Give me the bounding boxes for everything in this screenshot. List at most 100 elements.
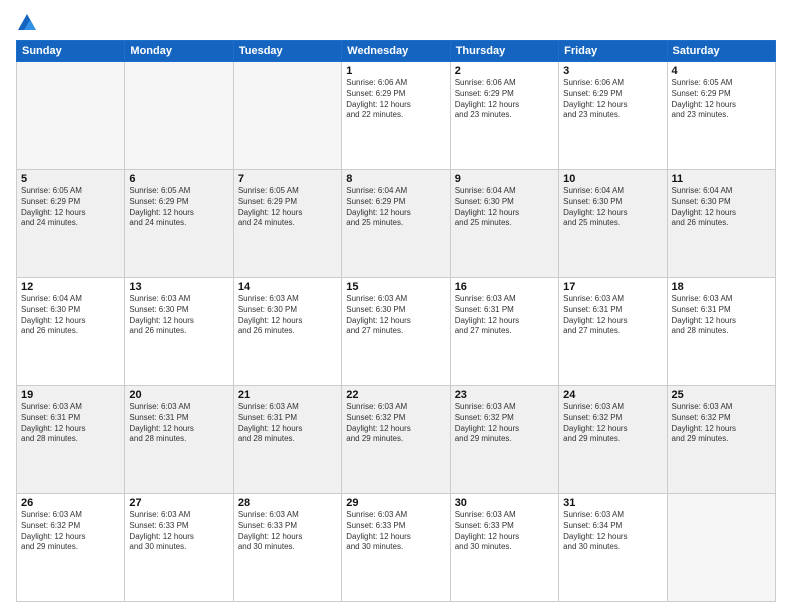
day-number: 29 [346, 497, 445, 509]
day-detail: Sunrise: 6:03 AM Sunset: 6:33 PM Dayligh… [129, 510, 228, 553]
day-number: 28 [238, 497, 337, 509]
day-detail: Sunrise: 6:03 AM Sunset: 6:33 PM Dayligh… [346, 510, 445, 553]
calendar-week-row: 12Sunrise: 6:04 AM Sunset: 6:30 PM Dayli… [17, 278, 776, 386]
day-detail: Sunrise: 6:06 AM Sunset: 6:29 PM Dayligh… [346, 78, 445, 121]
day-number: 2 [455, 65, 554, 77]
day-detail: Sunrise: 6:04 AM Sunset: 6:30 PM Dayligh… [21, 294, 120, 337]
day-detail: Sunrise: 6:05 AM Sunset: 6:29 PM Dayligh… [21, 186, 120, 229]
calendar-cell: 22Sunrise: 6:03 AM Sunset: 6:32 PM Dayli… [342, 386, 450, 494]
header-day: Monday [125, 41, 233, 62]
calendar-cell [125, 62, 233, 170]
day-number: 9 [455, 173, 554, 185]
day-detail: Sunrise: 6:03 AM Sunset: 6:30 PM Dayligh… [346, 294, 445, 337]
calendar-cell: 1Sunrise: 6:06 AM Sunset: 6:29 PM Daylig… [342, 62, 450, 170]
day-number: 14 [238, 281, 337, 293]
calendar-table: SundayMondayTuesdayWednesdayThursdayFrid… [16, 40, 776, 602]
logo [16, 12, 42, 34]
day-detail: Sunrise: 6:03 AM Sunset: 6:31 PM Dayligh… [672, 294, 771, 337]
day-number: 5 [21, 173, 120, 185]
day-detail: Sunrise: 6:05 AM Sunset: 6:29 PM Dayligh… [129, 186, 228, 229]
day-detail: Sunrise: 6:06 AM Sunset: 6:29 PM Dayligh… [455, 78, 554, 121]
day-number: 11 [672, 173, 771, 185]
day-number: 18 [672, 281, 771, 293]
calendar-cell: 16Sunrise: 6:03 AM Sunset: 6:31 PM Dayli… [450, 278, 558, 386]
calendar-cell: 28Sunrise: 6:03 AM Sunset: 6:33 PM Dayli… [233, 494, 341, 602]
calendar-cell [17, 62, 125, 170]
calendar-cell: 10Sunrise: 6:04 AM Sunset: 6:30 PM Dayli… [559, 170, 667, 278]
calendar-cell: 21Sunrise: 6:03 AM Sunset: 6:31 PM Dayli… [233, 386, 341, 494]
calendar-cell: 31Sunrise: 6:03 AM Sunset: 6:34 PM Dayli… [559, 494, 667, 602]
day-number: 26 [21, 497, 120, 509]
calendar-cell: 17Sunrise: 6:03 AM Sunset: 6:31 PM Dayli… [559, 278, 667, 386]
day-number: 22 [346, 389, 445, 401]
day-detail: Sunrise: 6:03 AM Sunset: 6:33 PM Dayligh… [238, 510, 337, 553]
day-number: 3 [563, 65, 662, 77]
calendar-week-row: 1Sunrise: 6:06 AM Sunset: 6:29 PM Daylig… [17, 62, 776, 170]
day-number: 16 [455, 281, 554, 293]
calendar-week-row: 19Sunrise: 6:03 AM Sunset: 6:31 PM Dayli… [17, 386, 776, 494]
calendar-cell: 11Sunrise: 6:04 AM Sunset: 6:30 PM Dayli… [667, 170, 775, 278]
day-detail: Sunrise: 6:04 AM Sunset: 6:29 PM Dayligh… [346, 186, 445, 229]
calendar-cell: 2Sunrise: 6:06 AM Sunset: 6:29 PM Daylig… [450, 62, 558, 170]
day-number: 13 [129, 281, 228, 293]
day-number: 27 [129, 497, 228, 509]
day-detail: Sunrise: 6:04 AM Sunset: 6:30 PM Dayligh… [455, 186, 554, 229]
day-detail: Sunrise: 6:03 AM Sunset: 6:32 PM Dayligh… [346, 402, 445, 445]
calendar-cell: 8Sunrise: 6:04 AM Sunset: 6:29 PM Daylig… [342, 170, 450, 278]
day-detail: Sunrise: 6:03 AM Sunset: 6:31 PM Dayligh… [21, 402, 120, 445]
day-detail: Sunrise: 6:06 AM Sunset: 6:29 PM Dayligh… [563, 78, 662, 121]
calendar-cell: 19Sunrise: 6:03 AM Sunset: 6:31 PM Dayli… [17, 386, 125, 494]
day-number: 4 [672, 65, 771, 77]
calendar-cell: 25Sunrise: 6:03 AM Sunset: 6:32 PM Dayli… [667, 386, 775, 494]
calendar-cell: 9Sunrise: 6:04 AM Sunset: 6:30 PM Daylig… [450, 170, 558, 278]
day-detail: Sunrise: 6:03 AM Sunset: 6:30 PM Dayligh… [129, 294, 228, 337]
day-number: 19 [21, 389, 120, 401]
day-number: 23 [455, 389, 554, 401]
calendar-week-row: 5Sunrise: 6:05 AM Sunset: 6:29 PM Daylig… [17, 170, 776, 278]
day-detail: Sunrise: 6:03 AM Sunset: 6:31 PM Dayligh… [563, 294, 662, 337]
header-day: Sunday [17, 41, 125, 62]
day-number: 15 [346, 281, 445, 293]
calendar-cell: 7Sunrise: 6:05 AM Sunset: 6:29 PM Daylig… [233, 170, 341, 278]
day-detail: Sunrise: 6:03 AM Sunset: 6:31 PM Dayligh… [129, 402, 228, 445]
day-detail: Sunrise: 6:03 AM Sunset: 6:34 PM Dayligh… [563, 510, 662, 553]
calendar-cell: 3Sunrise: 6:06 AM Sunset: 6:29 PM Daylig… [559, 62, 667, 170]
calendar-cell: 14Sunrise: 6:03 AM Sunset: 6:30 PM Dayli… [233, 278, 341, 386]
header-day: Tuesday [233, 41, 341, 62]
day-number: 17 [563, 281, 662, 293]
header-row: SundayMondayTuesdayWednesdayThursdayFrid… [17, 41, 776, 62]
day-detail: Sunrise: 6:04 AM Sunset: 6:30 PM Dayligh… [672, 186, 771, 229]
day-number: 21 [238, 389, 337, 401]
calendar-cell [233, 62, 341, 170]
calendar-cell: 15Sunrise: 6:03 AM Sunset: 6:30 PM Dayli… [342, 278, 450, 386]
calendar-cell: 30Sunrise: 6:03 AM Sunset: 6:33 PM Dayli… [450, 494, 558, 602]
header-day: Saturday [667, 41, 775, 62]
day-number: 8 [346, 173, 445, 185]
calendar-cell: 29Sunrise: 6:03 AM Sunset: 6:33 PM Dayli… [342, 494, 450, 602]
day-detail: Sunrise: 6:04 AM Sunset: 6:30 PM Dayligh… [563, 186, 662, 229]
day-number: 25 [672, 389, 771, 401]
day-detail: Sunrise: 6:03 AM Sunset: 6:32 PM Dayligh… [455, 402, 554, 445]
header [16, 12, 776, 34]
day-number: 6 [129, 173, 228, 185]
header-day: Friday [559, 41, 667, 62]
day-number: 7 [238, 173, 337, 185]
day-number: 1 [346, 65, 445, 77]
day-detail: Sunrise: 6:03 AM Sunset: 6:32 PM Dayligh… [563, 402, 662, 445]
day-detail: Sunrise: 6:03 AM Sunset: 6:31 PM Dayligh… [455, 294, 554, 337]
day-number: 20 [129, 389, 228, 401]
logo-icon [16, 12, 38, 34]
calendar-cell: 23Sunrise: 6:03 AM Sunset: 6:32 PM Dayli… [450, 386, 558, 494]
day-number: 24 [563, 389, 662, 401]
day-number: 12 [21, 281, 120, 293]
day-detail: Sunrise: 6:03 AM Sunset: 6:32 PM Dayligh… [21, 510, 120, 553]
calendar-cell: 5Sunrise: 6:05 AM Sunset: 6:29 PM Daylig… [17, 170, 125, 278]
day-detail: Sunrise: 6:03 AM Sunset: 6:31 PM Dayligh… [238, 402, 337, 445]
calendar-cell: 27Sunrise: 6:03 AM Sunset: 6:33 PM Dayli… [125, 494, 233, 602]
day-number: 10 [563, 173, 662, 185]
header-day: Thursday [450, 41, 558, 62]
page: SundayMondayTuesdayWednesdayThursdayFrid… [0, 0, 792, 612]
day-number: 31 [563, 497, 662, 509]
calendar-cell: 24Sunrise: 6:03 AM Sunset: 6:32 PM Dayli… [559, 386, 667, 494]
calendar-cell [667, 494, 775, 602]
